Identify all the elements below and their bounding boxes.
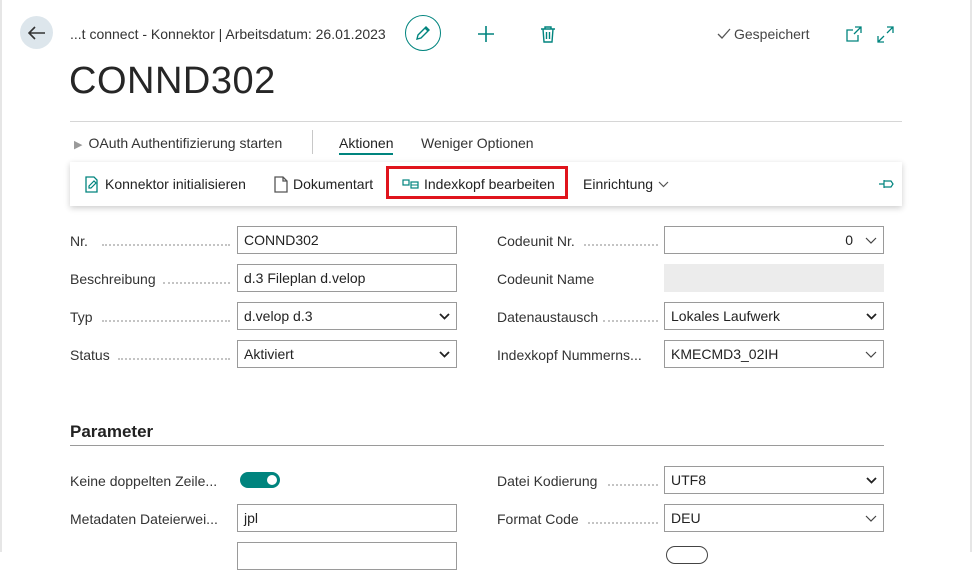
breadcrumb: ...t connect - Konnektor | Arbeitsdatum:… <box>70 26 386 42</box>
pin-icon <box>879 180 894 188</box>
pencil-icon <box>416 26 430 40</box>
dotted-leader <box>608 484 658 486</box>
open-in-new-icon <box>846 26 862 42</box>
section-divider <box>70 445 884 446</box>
chevron-down-icon <box>658 181 669 187</box>
expand-icon <box>876 25 894 43</box>
saved-status: Gespeichert <box>717 26 809 42</box>
description-field[interactable]: d.3 Fileplan d.velop <box>237 264 457 292</box>
caret-right-icon: ▶ <box>74 139 83 151</box>
description-label: Beschreibung <box>70 271 156 287</box>
document-type-label: Dokumentart <box>293 176 374 192</box>
action-ribbon: Konnektor initialisieren Dokumentart Ind… <box>70 162 902 206</box>
section-title-parameter[interactable]: Parameter <box>70 422 153 442</box>
type-select[interactable]: d.velop d.3 <box>237 302 457 330</box>
dotted-leader <box>603 320 658 322</box>
metadata-ext-label: Metadaten Dateierwei... <box>70 511 218 527</box>
data-exchange-value: Lokales Laufwerk <box>671 308 780 324</box>
fewer-options-button[interactable]: Weniger Optionen <box>421 135 534 151</box>
new-button[interactable] <box>476 24 496 44</box>
oauth-action[interactable]: ▶ OAuth Authentifizierung starten <box>74 135 282 151</box>
format-code-field[interactable]: DEU <box>664 504 884 532</box>
chevron-down-icon[interactable] <box>865 351 877 358</box>
action-bar: ▶ OAuth Authentifizierung starten Aktione… <box>70 121 902 160</box>
window-edge-left <box>0 0 2 552</box>
separator <box>312 130 313 154</box>
checkmark-icon <box>717 28 731 39</box>
metadata-ext-field[interactable]: jpl <box>237 504 457 532</box>
table-edit-icon <box>402 179 419 189</box>
no-duplicate-toggle[interactable] <box>240 472 280 488</box>
setup-menu[interactable]: Einrichtung <box>583 162 669 206</box>
format-code-value: DEU <box>671 510 701 526</box>
index-series-field[interactable]: KMECMD3_02IH <box>664 340 884 368</box>
open-new-window-button[interactable] <box>845 25 863 43</box>
chevron-down-icon <box>866 477 877 484</box>
delete-button[interactable] <box>538 24 558 44</box>
expand-button[interactable] <box>876 25 894 43</box>
document-icon <box>274 175 288 193</box>
dotted-leader <box>163 282 230 284</box>
index-series-value: KMECMD3_02IH <box>671 346 779 362</box>
status-select[interactable]: Aktiviert <box>237 340 457 368</box>
toggle-knob <box>267 475 277 485</box>
chevron-down-icon <box>439 313 450 320</box>
chevron-down-icon[interactable] <box>865 237 877 244</box>
dotted-leader <box>588 522 658 524</box>
back-button[interactable] <box>20 16 53 49</box>
type-label: Typ <box>70 309 93 325</box>
codeunit-no-value: 0 <box>845 232 853 248</box>
data-exchange-label: Datenaustausch <box>497 309 599 325</box>
document-type-button[interactable]: Dokumentart <box>274 162 373 206</box>
setup-menu-label: Einrichtung <box>583 176 654 192</box>
initialize-connector-button[interactable]: Konnektor initialisieren <box>84 162 246 206</box>
arrow-left-icon <box>27 25 45 40</box>
format-code-label: Format Code <box>497 511 579 527</box>
next-row-toggle[interactable] <box>666 546 708 564</box>
codeunit-no-field[interactable]: 0 <box>664 226 884 254</box>
document-edit-icon <box>85 175 98 193</box>
next-row-field[interactable] <box>237 542 457 570</box>
dotted-leader <box>102 244 230 246</box>
initialize-connector-label: Konnektor initialisieren <box>105 176 246 192</box>
type-select-value: d.velop d.3 <box>244 308 313 324</box>
tab-aktionen[interactable]: Aktionen <box>339 135 394 155</box>
codeunit-name-label: Codeunit Name <box>497 271 595 287</box>
no-field[interactable]: CONND302 <box>237 226 457 254</box>
status-label: Status <box>70 347 110 363</box>
dotted-leader <box>118 358 230 360</box>
dotted-leader <box>102 320 230 322</box>
codeunit-no-label: Codeunit Nr. <box>497 233 575 249</box>
page-title: CONND302 <box>69 60 276 102</box>
encoding-value: UTF8 <box>671 472 706 488</box>
encoding-select[interactable]: UTF8 <box>664 466 884 494</box>
chevron-down-icon <box>866 313 877 320</box>
pin-button[interactable] <box>878 176 894 192</box>
oauth-action-label: OAuth Authentifizierung starten <box>88 135 283 151</box>
edit-index-header-label: Indexkopf bearbeiten <box>424 176 555 192</box>
dotted-leader <box>584 244 658 246</box>
plus-icon <box>478 26 494 42</box>
index-series-label: Indexkopf Nummerns... <box>497 347 642 363</box>
no-duplicate-label: Keine doppelten Zeile... <box>70 473 218 489</box>
codeunit-name-field <box>664 264 884 292</box>
trash-icon <box>541 26 555 43</box>
no-label: Nr. <box>70 233 88 249</box>
saved-label: Gespeichert <box>734 26 810 42</box>
data-exchange-select[interactable]: Lokales Laufwerk <box>664 302 884 330</box>
encoding-label: Datei Kodierung <box>497 473 598 489</box>
edit-index-header-button[interactable]: Indexkopf bearbeiten <box>402 162 555 206</box>
status-select-value: Aktiviert <box>244 346 294 362</box>
edit-button[interactable] <box>405 15 441 51</box>
chevron-down-icon <box>439 351 450 358</box>
chevron-down-icon[interactable] <box>865 515 877 522</box>
